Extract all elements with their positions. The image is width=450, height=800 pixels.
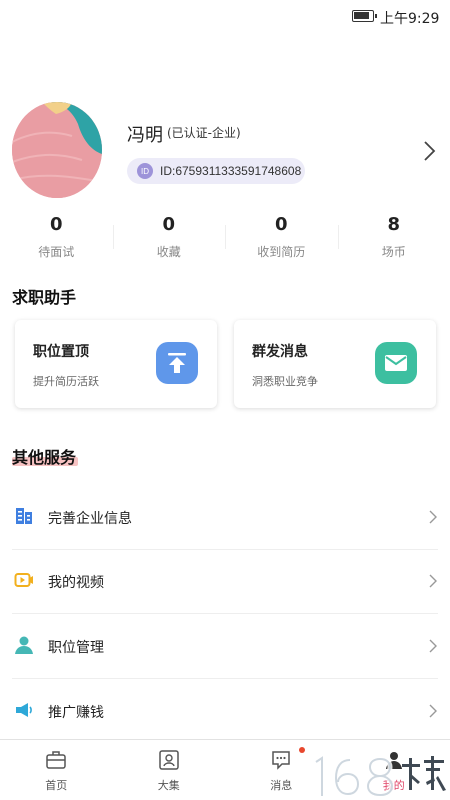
chevron-right-icon xyxy=(429,639,437,653)
watermark-logo xyxy=(314,753,446,798)
stat-interviews[interactable]: 0 待面试 xyxy=(0,213,113,265)
arrow-up-top-icon xyxy=(156,342,198,384)
briefcase-icon xyxy=(46,751,66,769)
tab-label: 大集 xyxy=(157,779,180,792)
building-icon xyxy=(16,508,32,524)
user-id-text: ID:6759311333591748608 xyxy=(160,164,302,178)
status-time: 上午9:29 xyxy=(380,11,440,27)
person-icon xyxy=(15,636,33,654)
section-title-job-helper: 求职助手 xyxy=(12,288,77,307)
verification-badge: (已认证-企业) xyxy=(167,126,241,140)
chevron-right-icon xyxy=(429,510,437,524)
stat-label: 待面试 xyxy=(38,245,75,259)
service-label: 推广赚钱 xyxy=(48,705,104,721)
stat-value: 8 xyxy=(387,214,401,235)
card-mass-message[interactable]: 群发消息 洞悉职业竞争 xyxy=(234,320,436,408)
tab-market[interactable]: 大集 xyxy=(113,740,226,800)
stat-favorites[interactable]: 0 收藏 xyxy=(112,213,226,265)
stat-value: 0 xyxy=(162,214,176,235)
card-subtitle: 洞悉职业竞争 xyxy=(252,375,318,388)
battery-icon xyxy=(352,10,377,22)
card-job-top[interactable]: 职位置顶 提升简历活跃 xyxy=(15,320,217,408)
megaphone-icon xyxy=(16,703,32,717)
contact-card-icon xyxy=(159,750,179,770)
card-title: 群发消息 xyxy=(252,344,308,360)
service-item-company-info[interactable]: 完善企业信息 xyxy=(0,486,450,550)
service-item-promote-earn[interactable]: 推广赚钱 xyxy=(0,680,450,744)
stat-label: 场币 xyxy=(381,245,406,259)
envelope-icon xyxy=(375,342,417,384)
service-label: 职位管理 xyxy=(48,640,104,656)
stat-resumes-received[interactable]: 0 收到简历 xyxy=(225,213,338,265)
stat-value: 0 xyxy=(49,214,63,235)
unread-dot xyxy=(299,747,305,753)
status-bar: 上午9:29 xyxy=(0,0,450,34)
video-icon xyxy=(14,573,33,587)
chevron-right-icon[interactable] xyxy=(421,140,437,162)
chat-bubble-icon xyxy=(272,751,290,770)
service-label: 我的视频 xyxy=(48,575,104,591)
service-label: 完善企业信息 xyxy=(48,511,132,527)
profile-name: 冯明 xyxy=(127,125,163,146)
stat-value: 0 xyxy=(274,214,288,235)
card-subtitle: 提升简历活跃 xyxy=(33,375,99,388)
avatar[interactable] xyxy=(12,102,102,198)
stat-label: 收到简历 xyxy=(257,245,306,259)
card-title: 职位置顶 xyxy=(33,344,89,360)
section-title-other-services: 其他服务 xyxy=(12,448,77,467)
chevron-right-icon xyxy=(429,574,437,588)
service-item-my-videos[interactable]: 我的视频 xyxy=(0,550,450,614)
tab-home[interactable]: 首页 xyxy=(0,740,113,800)
tab-label: 首页 xyxy=(45,779,68,792)
id-icon: ID xyxy=(137,163,153,179)
stats-row: 0 待面试 0 收藏 0 收到简历 8 场币 xyxy=(0,213,450,265)
stat-coins[interactable]: 8 场币 xyxy=(337,213,450,265)
service-item-job-management[interactable]: 职位管理 xyxy=(0,615,450,679)
stat-label: 收藏 xyxy=(156,245,181,259)
user-id-pill: ID ID:6759311333591748608 xyxy=(127,158,305,184)
chevron-right-icon xyxy=(429,704,437,718)
